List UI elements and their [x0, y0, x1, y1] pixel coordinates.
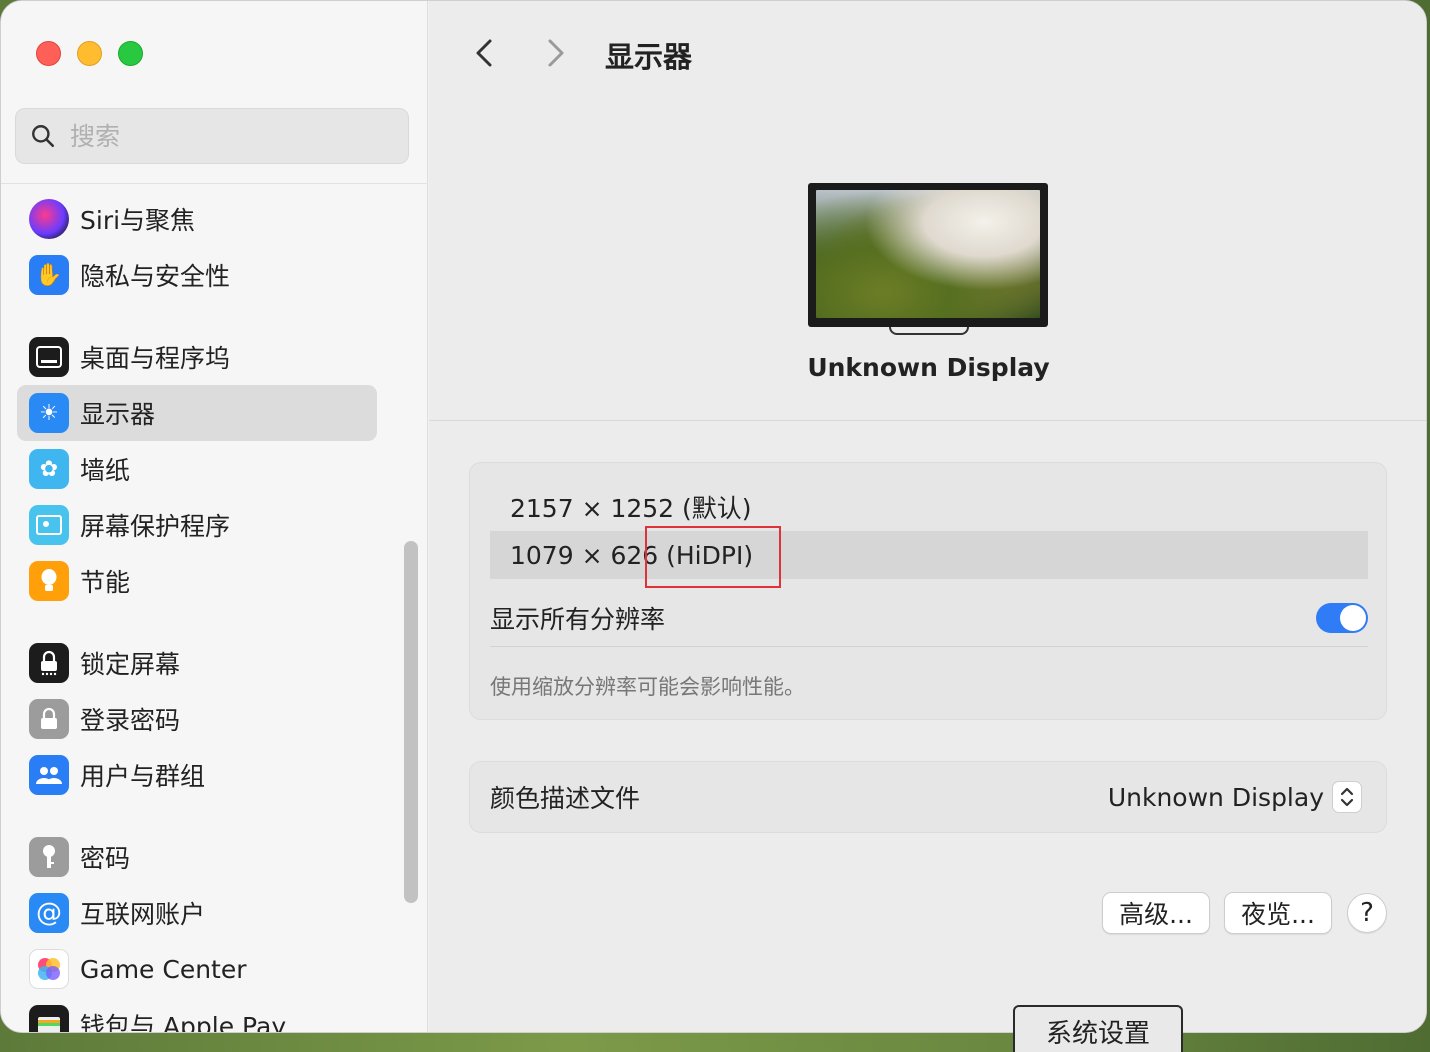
resolution-label: 2157 × 1252 (默认): [510, 494, 752, 523]
sidebar-item-desktop-dock[interactable]: 桌面与程序坞: [17, 329, 377, 385]
sidebar-item-label: 显示器: [80, 400, 156, 429]
wallet-icon: [29, 1005, 69, 1032]
back-button[interactable]: [467, 35, 501, 71]
chevron-left-icon: [476, 39, 492, 67]
dock-icon: [29, 337, 69, 377]
sidebar-item-users-groups[interactable]: 用户与群组: [17, 747, 377, 803]
sidebar-item-label: 锁定屏幕: [80, 650, 181, 679]
sidebar-item-label: 屏幕保护程序: [80, 512, 231, 541]
sidebar-item-label: 密码: [80, 844, 131, 873]
window-controls: [36, 41, 143, 66]
sidebar-item-privacy[interactable]: ✋ 隐私与安全性: [17, 247, 377, 303]
dock-tooltip: 系统设置: [1013, 1005, 1183, 1052]
forward-button[interactable]: [539, 35, 573, 71]
help-button[interactable]: ?: [1347, 893, 1387, 933]
game-center-icon: [29, 949, 69, 989]
sidebar-item-label: 钱包与 Apple Pay: [80, 1012, 287, 1033]
sidebar-item-game-center[interactable]: Game Center: [17, 941, 377, 997]
color-profile-value: Unknown Display: [1107, 782, 1324, 812]
sidebar-item-label: 节能: [80, 568, 131, 597]
annotation-highlight-box: [645, 526, 781, 588]
toolbar: 显示器: [429, 1, 1426, 101]
sidebar: Siri与聚焦 ✋ 隐私与安全性 桌面与程序坞 ☀ 显示器 ✿ 墙纸: [1, 1, 428, 1032]
resolution-card: 2157 × 1252 (默认) 1079 × 626 (HiDPI) 显示所有…: [469, 462, 1387, 720]
sidebar-item-internet-accounts[interactable]: @ 互联网账户: [17, 885, 377, 941]
show-all-resolutions-toggle[interactable]: [1316, 602, 1368, 633]
at-icon: @: [29, 893, 69, 933]
close-button[interactable]: [36, 41, 61, 66]
sidebar-item-label: Siri与聚焦: [80, 206, 196, 235]
display-preview: Unknown Display: [429, 101, 1426, 421]
resolution-option[interactable]: 2157 × 1252 (默认): [490, 483, 1368, 531]
show-all-resolutions-row: 显示所有分辨率: [490, 589, 1368, 647]
lightbulb-icon: [29, 561, 69, 601]
color-profile-card: 颜色描述文件 Unknown Display: [469, 761, 1387, 833]
sidebar-item-wallpaper[interactable]: ✿ 墙纸: [17, 441, 377, 497]
key-icon: [29, 837, 69, 877]
sidebar-scrollbar[interactable]: [404, 541, 418, 903]
search-field[interactable]: [15, 108, 409, 164]
resolution-option-selected[interactable]: 1079 × 626 (HiDPI): [490, 531, 1368, 579]
monitor-stand: [889, 327, 969, 335]
sidebar-divider: [1, 183, 428, 184]
display-name: Unknown Display: [807, 353, 1050, 382]
sidebar-item-label: 桌面与程序坞: [80, 344, 231, 373]
sidebar-item-label: 用户与群组: [80, 762, 206, 791]
sidebar-item-displays[interactable]: ☀ 显示器: [17, 385, 377, 441]
siri-icon: [29, 199, 69, 239]
page-title: 显示器: [605, 40, 693, 74]
brightness-icon: ☀: [29, 393, 69, 433]
zoom-button[interactable]: [118, 41, 143, 66]
sidebar-item-label: Game Center: [80, 954, 247, 984]
sidebar-item-label: 登录密码: [80, 706, 181, 735]
sidebar-item-label: 隐私与安全性: [80, 262, 231, 291]
chevron-right-icon: [548, 39, 564, 67]
toggle-knob: [1340, 604, 1366, 631]
show-all-resolutions-label: 显示所有分辨率: [490, 604, 666, 634]
padlock-icon: [29, 699, 69, 739]
sidebar-item-label: 墙纸: [80, 456, 131, 485]
users-icon: [29, 755, 69, 795]
main-pane: 显示器 Unknown Display 2157 × 1252 (默认) 107…: [429, 1, 1426, 1032]
sidebar-item-label: 互联网账户: [80, 900, 206, 929]
system-settings-window: Siri与聚焦 ✋ 隐私与安全性 桌面与程序坞 ☀ 显示器 ✿ 墙纸: [0, 0, 1427, 1033]
wallpaper-thumbnail: [816, 190, 1040, 318]
night-shift-button[interactable]: 夜览...: [1224, 892, 1332, 934]
advanced-button[interactable]: 高级...: [1102, 892, 1210, 934]
sidebar-item-wallet[interactable]: 钱包与 Apple Pay: [17, 997, 377, 1033]
sidebar-item-login-password[interactable]: 登录密码: [17, 691, 377, 747]
sidebar-item-passwords[interactable]: 密码: [17, 829, 377, 885]
sidebar-item-lock-screen[interactable]: 锁定屏幕: [17, 635, 377, 691]
color-profile-label: 颜色描述文件: [490, 784, 641, 813]
screensaver-icon: [29, 505, 69, 545]
sidebar-item-screensaver[interactable]: 屏幕保护程序: [17, 497, 377, 553]
search-icon: [32, 125, 55, 148]
minimize-button[interactable]: [77, 41, 102, 66]
flower-icon: ✿: [29, 449, 69, 489]
lock-icon: [29, 643, 69, 683]
sidebar-item-energy[interactable]: 节能: [17, 553, 377, 609]
monitor-image[interactable]: [808, 183, 1048, 327]
sidebar-item-siri[interactable]: Siri与聚焦: [17, 191, 377, 247]
search-input[interactable]: [70, 121, 370, 151]
hand-icon: ✋: [29, 255, 69, 295]
color-profile-select[interactable]: Unknown Display: [1108, 781, 1362, 813]
up-down-chevron-icon: [1332, 781, 1362, 813]
performance-note: 使用缩放分辨率可能会影响性能。: [490, 675, 805, 699]
